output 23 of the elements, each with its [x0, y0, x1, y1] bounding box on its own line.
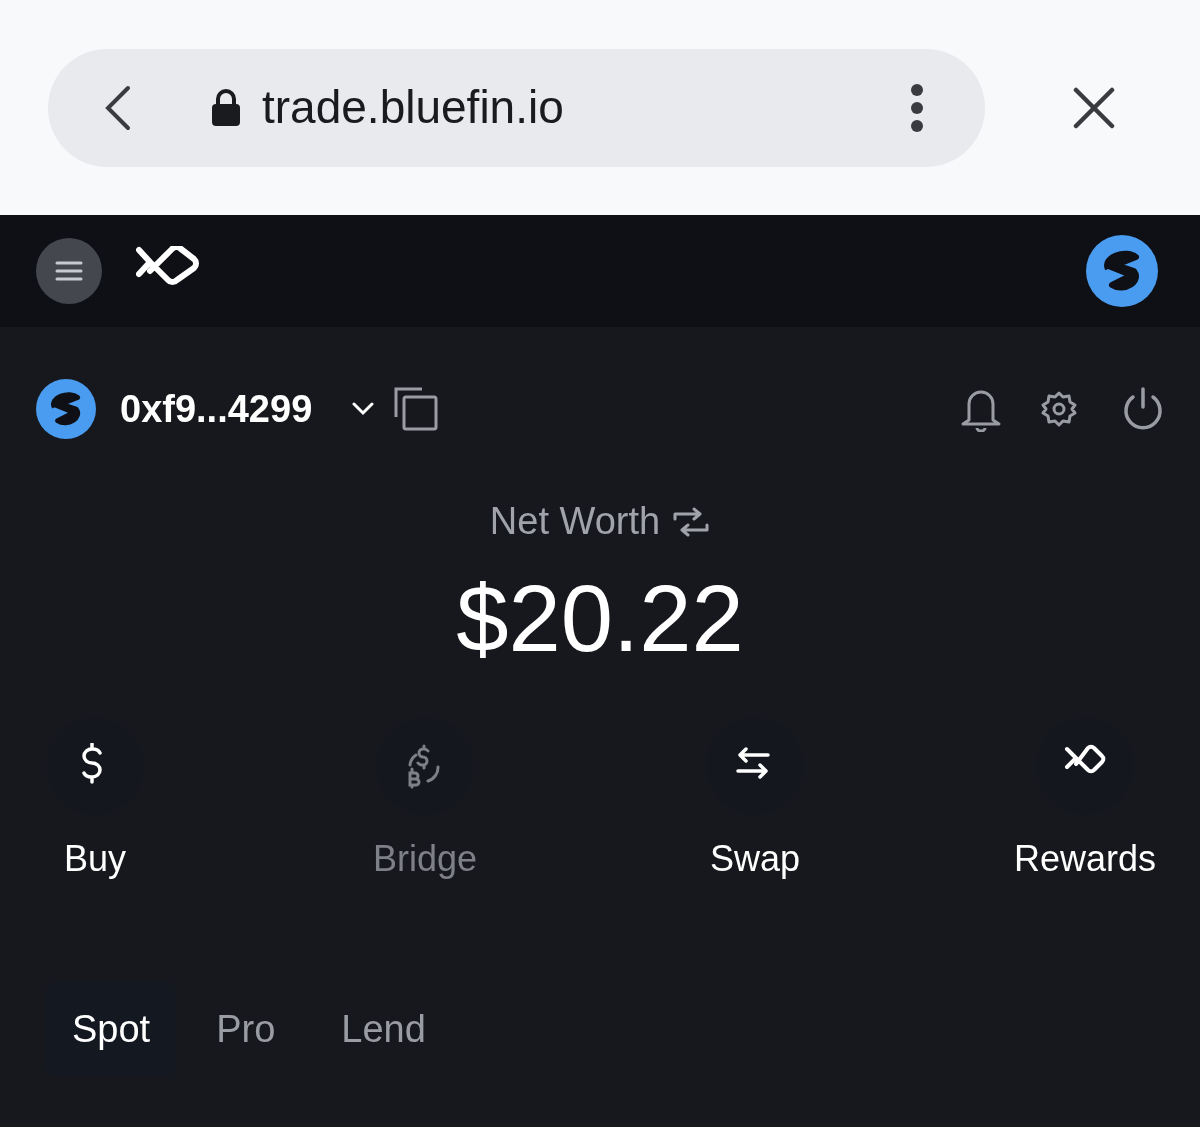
tab[interactable]: Pro	[190, 982, 302, 1076]
action-label[interactable]: Swap	[709, 832, 801, 886]
wallet-address: 0xf9...4299	[120, 386, 313, 432]
tab[interactable]: Spot	[46, 982, 177, 1076]
power-icon[interactable]	[1122, 387, 1164, 431]
back-icon[interactable]	[104, 83, 132, 132]
url-text: trade.bluefin.io	[262, 80, 564, 135]
tab[interactable]: Lend	[315, 982, 452, 1076]
refresh-icon[interactable]	[672, 506, 711, 537]
copy-icon[interactable]	[394, 387, 439, 431]
net-worth-value: $20.22	[456, 572, 744, 666]
wallet-avatar-icon	[36, 379, 96, 439]
address-bar[interactable]: trade.bluefin.io	[48, 48, 985, 167]
lock-icon	[210, 87, 242, 128]
settings-icon[interactable]	[1040, 390, 1078, 428]
chevron-down-icon[interactable]	[352, 402, 375, 416]
net-worth-label: Net Worth	[489, 499, 661, 544]
action-label[interactable]: Rewards	[1013, 832, 1157, 886]
action-label[interactable]: Buy	[63, 832, 126, 886]
more-icon[interactable]	[909, 83, 925, 132]
avatar-icon[interactable]	[1086, 235, 1158, 307]
menu-icon	[55, 260, 83, 282]
close-icon[interactable]	[1073, 86, 1115, 129]
